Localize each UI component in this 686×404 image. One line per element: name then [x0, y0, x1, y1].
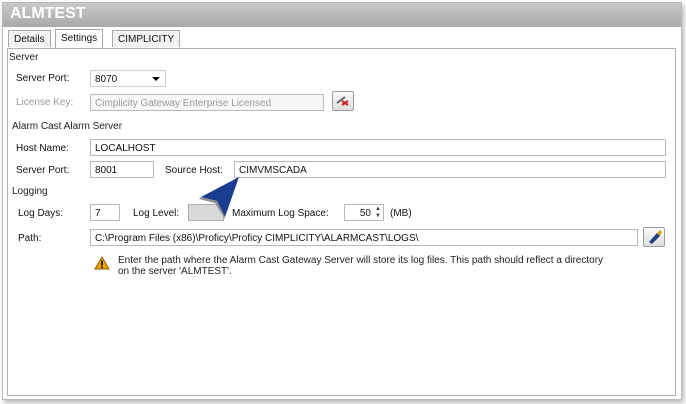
server-port-select[interactable]: 8070: [90, 70, 166, 87]
host-name-label: Host Name:: [16, 143, 69, 154]
browse-path-button[interactable]: [643, 227, 665, 247]
window-title: ALMTEST: [10, 5, 86, 22]
host-name-input[interactable]: LOCALHOST: [90, 139, 666, 156]
server-port-label: Server Port:: [16, 73, 70, 84]
warning-line-1: Enter the path where the Alarm Cast Gate…: [118, 255, 604, 266]
title-bar: ALMTEST: [3, 3, 681, 27]
tab-settings[interactable]: Settings: [55, 29, 104, 48]
warning-icon: [94, 256, 110, 270]
settings-panel: Server Server Port: 8070 License Key: Ci…: [7, 48, 676, 396]
spinner-arrows-icon[interactable]: ▲ ▼: [375, 206, 381, 220]
edit-license-icon: [336, 96, 349, 106]
max-log-space-label: Maximum Log Space:: [232, 208, 329, 219]
alarm-server-port-label: Server Port:: [16, 165, 70, 176]
source-host-input[interactable]: CIMVMSCADA: [234, 161, 666, 178]
browse-folder-icon: [649, 230, 662, 244]
arrow-pointer-icon: [199, 177, 239, 219]
alarm-server-port-input[interactable]: 8001: [90, 161, 154, 178]
server-port-value: 8070: [95, 74, 118, 85]
warning-line-2: on the server 'ALMTEST'.: [118, 266, 232, 277]
path-label: Path:: [18, 233, 42, 244]
log-days-label: Log Days:: [18, 208, 64, 219]
server-section-label: Server: [9, 52, 39, 63]
log-days-input[interactable]: 7: [90, 204, 120, 221]
dialog-window: ALMTEST Details Settings CIMPLICITY Serv…: [2, 2, 682, 400]
logging-section-label: Logging: [12, 186, 48, 197]
tab-cimplicity[interactable]: CIMPLICITY: [112, 30, 181, 47]
tab-details[interactable]: Details: [8, 30, 51, 47]
license-key-label: License Key:: [16, 97, 74, 108]
chevron-down-icon: [152, 77, 160, 81]
log-path-input[interactable]: C:\Program Files (x86)\Proficy\Proficy C…: [90, 229, 638, 246]
license-edit-button[interactable]: [332, 91, 354, 111]
max-log-space-spinner[interactable]: 50 ▲ ▼: [344, 204, 384, 221]
log-level-label: Log Level:: [133, 208, 180, 219]
license-key-field[interactable]: Cimplicity Gateway Enterprise Licensed: [90, 94, 324, 111]
max-log-space-value: 50: [359, 208, 371, 219]
max-log-space-unit: (MB): [390, 208, 412, 219]
alarm-cast-section-label: Alarm Cast Alarm Server: [12, 121, 123, 132]
path-warning-message: Enter the path where the Alarm Cast Gate…: [118, 255, 603, 277]
